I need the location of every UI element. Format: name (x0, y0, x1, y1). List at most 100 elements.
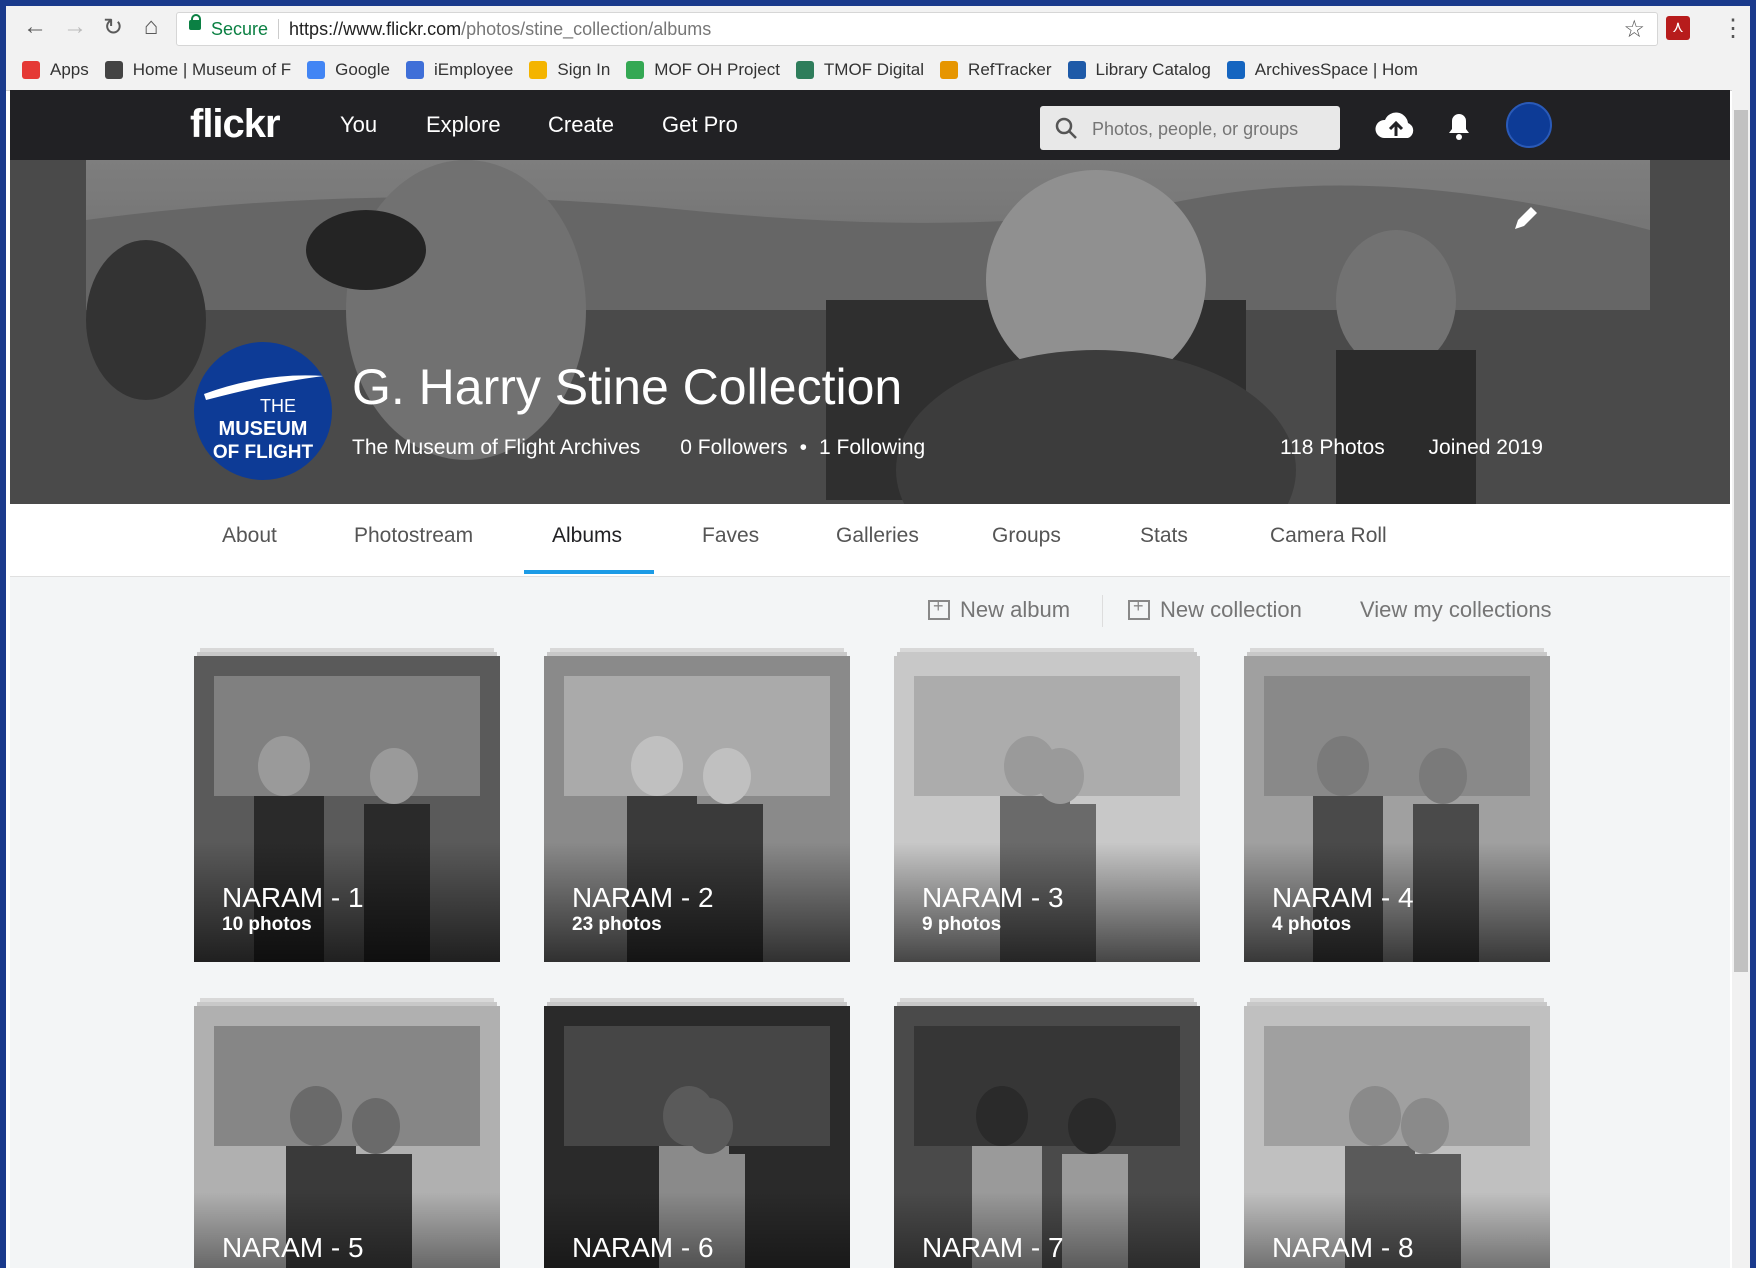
url-host: https://www.flickr.com (289, 18, 462, 39)
album-card[interactable]: NARAM - 5 (194, 998, 500, 1268)
album-photo-count: 9 photos (922, 914, 1002, 935)
tab-faves[interactable]: Faves (702, 524, 759, 548)
page-scrollbar[interactable] (1732, 90, 1750, 1268)
profile-subtitle: The Museum of Flight Archives 0 Follower… (352, 436, 925, 460)
album-card[interactable]: NARAM - 1 10 photos (194, 648, 500, 962)
new-collection-icon (1128, 596, 1150, 620)
tab-about[interactable]: About (222, 524, 277, 548)
bookmark-label: Library Catalog (1095, 60, 1211, 79)
album-photo-count: 10 photos (222, 914, 312, 935)
user-avatar[interactable] (1506, 102, 1552, 148)
album-title: NARAM - 5 (222, 1232, 364, 1263)
bookmark-item[interactable]: RefTracker (940, 60, 1052, 80)
bookmark-item[interactable]: Library Catalog (1067, 60, 1211, 80)
bookmark-label: iEmployee (433, 60, 514, 79)
avatar-line-2: MUSEUM (218, 418, 308, 440)
new-collection-button[interactable]: New collection (1128, 596, 1302, 623)
view-collections-link[interactable]: View my collections (1360, 597, 1552, 623)
scrollbar-thumb[interactable] (1734, 110, 1748, 972)
bookmark-item[interactable]: Apps (22, 60, 89, 80)
pdf-extension-icon[interactable]: ⋏ (1666, 16, 1690, 40)
bookmark-label: MOF OH Project (654, 60, 780, 79)
photos-count: 118 Photos (1280, 436, 1385, 459)
notifications-bell-icon[interactable] (1444, 108, 1474, 142)
nav-you[interactable]: You (340, 112, 377, 138)
url-path: /photos/stine_collection/albums (461, 18, 712, 39)
nav-create[interactable]: Create (548, 112, 614, 138)
forward-icon[interactable]: → (60, 12, 90, 42)
bookmark-label: RefTracker (968, 60, 1052, 79)
address-bar[interactable]: Secure https://www.flickr.com/photos/sti… (176, 12, 1658, 46)
bookmark-label: Google (335, 60, 390, 79)
album-photo-count: 4 photos (1272, 914, 1352, 935)
lock-icon (189, 14, 201, 30)
nav-explore[interactable]: Explore (426, 112, 501, 138)
bookmark-label: Home | Museum of F (132, 60, 292, 79)
bookmark-item[interactable]: iEmployee (405, 60, 514, 80)
album-card[interactable]: NARAM - 7 (894, 998, 1200, 1268)
new-collection-label: New collection (1160, 597, 1302, 622)
bookmark-favicon-icon (104, 61, 123, 79)
owner-name[interactable]: The Museum of Flight Archives (352, 436, 640, 460)
bookmark-favicon-icon (405, 61, 424, 79)
album-card[interactable]: NARAM - 2 23 photos (544, 648, 850, 962)
browser-toolbar: ← → ↻ ⌂ Secure https://www.flickr.com/ph… (6, 6, 1750, 50)
edit-cover-pencil-icon[interactable] (1510, 204, 1540, 234)
search-input[interactable] (1090, 112, 1334, 146)
tab-albums[interactable]: Albums (552, 524, 622, 548)
avatar-line-3: OF FLIGHT (212, 442, 314, 463)
album-card[interactable]: NARAM - 6 (544, 998, 850, 1268)
album-card[interactable]: NARAM - 8 (1244, 998, 1550, 1268)
followers-count[interactable]: 0 Followers (680, 436, 787, 460)
bookmark-item[interactable]: ArchivesSpace | Hom (1226, 60, 1418, 80)
nav-get-pro[interactable]: Get Pro (662, 112, 738, 138)
avatar-line-1: THE (260, 396, 296, 416)
bookmark-label: Apps (50, 60, 89, 79)
profile-title: G. Harry Stine Collection (352, 359, 903, 415)
bookmark-item[interactable]: TMOF Digital (795, 60, 925, 80)
bookmark-favicon-icon (1226, 61, 1245, 79)
profile-tabs: About Photostream Albums Faves Galleries… (10, 504, 1730, 577)
address-separator (278, 19, 280, 39)
tab-photostream[interactable]: Photostream (354, 524, 473, 548)
search-box[interactable] (1040, 106, 1340, 150)
tab-camera-roll[interactable]: Camera Roll (1270, 524, 1387, 548)
album-title: NARAM - 1 (222, 882, 364, 913)
new-album-icon (928, 596, 950, 620)
bookmark-favicon-icon (307, 61, 326, 79)
album-card[interactable]: NARAM - 44 photos (1244, 648, 1550, 962)
bookmark-favicon-icon (940, 61, 959, 79)
bookmark-item[interactable]: Home | Museum of F (104, 60, 292, 80)
browser-window: ← → ↻ ⌂ Secure https://www.flickr.com/ph… (6, 6, 1750, 1268)
bookmark-favicon-icon (22, 61, 40, 79)
secure-label: Secure (211, 18, 269, 39)
search-icon (1055, 117, 1077, 139)
flickr-logo[interactable]: flickr (190, 102, 281, 147)
dot-separator: • (799, 436, 808, 459)
bookmark-item[interactable]: Google (307, 60, 390, 80)
tab-groups[interactable]: Groups (992, 524, 1061, 548)
home-icon[interactable]: ⌂ (136, 12, 166, 42)
tab-stats[interactable]: Stats (1140, 524, 1188, 548)
active-tab-indicator (524, 570, 654, 574)
tab-galleries[interactable]: Galleries (836, 524, 919, 548)
bookmark-item[interactable]: Sign In (529, 60, 610, 80)
profile-stats: 118 Photos Joined 2019 (1280, 436, 1543, 460)
album-title: NARAM - 7 (922, 1232, 1064, 1263)
new-album-button[interactable]: New album (928, 596, 1070, 623)
back-icon[interactable]: ← (20, 12, 50, 42)
album-title: NARAM - 3 (922, 882, 1064, 913)
bookmark-favicon-icon (529, 61, 548, 79)
reload-icon[interactable]: ↻ (98, 12, 128, 42)
profile-avatar[interactable]: THE MUSEUM OF FLIGHT (194, 342, 332, 480)
bookmark-favicon-icon (795, 61, 814, 79)
bookmark-item[interactable]: MOF OH Project (626, 60, 780, 80)
bookmark-label: TMOF Digital (823, 60, 925, 79)
album-card[interactable]: NARAM - 39 photos (894, 648, 1200, 962)
bookmark-star-icon[interactable]: ☆ (1623, 15, 1645, 44)
upload-icon[interactable] (1374, 108, 1418, 142)
browser-menu-icon[interactable]: ⋮ (1721, 14, 1745, 43)
following-count[interactable]: 1 Following (819, 436, 925, 460)
joined-date: Joined 2019 (1428, 436, 1543, 459)
profile-banner: THE MUSEUM OF FLIGHT G. Harry Stine Coll… (10, 160, 1730, 504)
